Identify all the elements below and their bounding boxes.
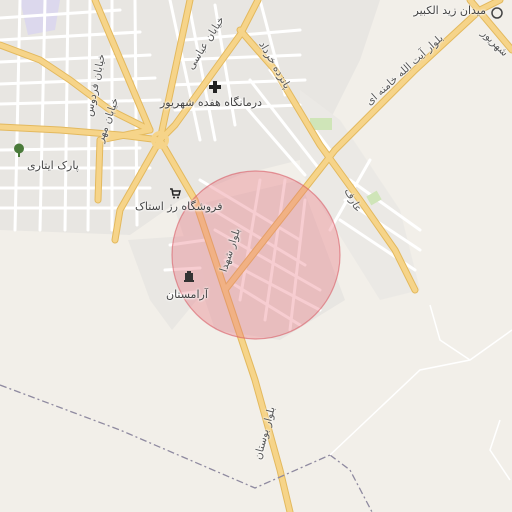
label-clinic[interactable]: درمانگاه هفده شهریور xyxy=(160,97,262,108)
label-store[interactable]: فروشگاه رز استاک xyxy=(135,201,222,212)
map-canvas xyxy=(0,0,512,512)
label-cemetery[interactable]: آرامستان xyxy=(166,289,208,300)
town-square-icon[interactable] xyxy=(489,5,505,21)
location-radius-circle xyxy=(171,170,341,340)
label-park-itari[interactable]: پارک ایتاری xyxy=(27,160,79,171)
hospital-cross-icon[interactable] xyxy=(207,79,223,95)
tree-icon[interactable] xyxy=(11,142,27,158)
admin-boundary xyxy=(0,384,373,512)
label-ziba-square[interactable]: میدان زید الکبیر xyxy=(414,5,486,16)
shopping-cart-icon[interactable] xyxy=(167,185,183,201)
map-view[interactable]: میدان زید الکبیر درمانگاه هفده شهریور پا… xyxy=(0,0,512,512)
cemetery-icon[interactable] xyxy=(181,268,197,284)
light-paths xyxy=(329,304,512,481)
